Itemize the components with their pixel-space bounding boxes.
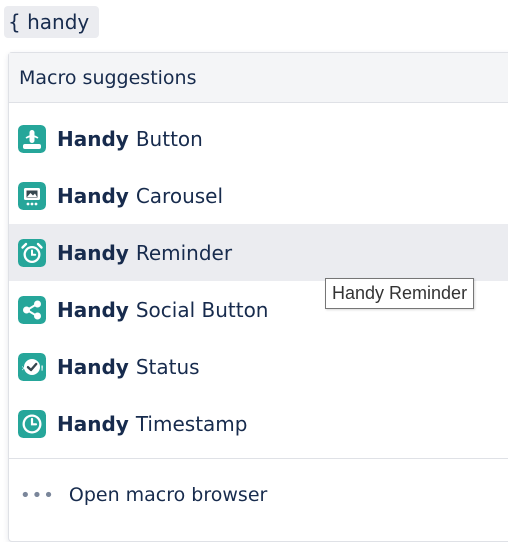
- suggestion-label: Carousel: [135, 183, 224, 208]
- clock-icon: [18, 409, 46, 438]
- suggestion-bold: Handy: [57, 297, 129, 322]
- status-check-icon: × !: [18, 352, 46, 381]
- tooltip: Handy Reminder: [325, 278, 475, 309]
- suggestion-label: Reminder: [135, 240, 233, 265]
- ellipsis-icon: •••: [20, 484, 55, 506]
- dropdown-header: Macro suggestions: [9, 53, 508, 103]
- alarm-clock-icon: [18, 238, 46, 267]
- suggestion-label: Status: [135, 354, 200, 379]
- share-icon: [18, 295, 46, 324]
- carousel-icon: [18, 181, 46, 210]
- divider: [9, 458, 508, 459]
- suggestion-handy-reminder[interactable]: Handy Reminder: [9, 224, 508, 281]
- macro-query-text[interactable]: { handy: [4, 6, 100, 38]
- suggestion-bold: Handy: [57, 126, 129, 151]
- suggestion-bold: Handy: [57, 183, 129, 208]
- suggestion-label: Social Button: [135, 297, 269, 322]
- svg-text:!: !: [41, 364, 44, 372]
- suggestion-label: Timestamp: [135, 411, 248, 436]
- touch-button-icon: [18, 124, 46, 153]
- suggestion-handy-carousel[interactable]: Handy Carousel: [9, 167, 508, 224]
- suggestion-handy-button[interactable]: Handy Button: [9, 110, 508, 167]
- open-macro-browser-link[interactable]: ••• Open macro browser: [9, 469, 508, 521]
- suggestion-bold: Handy: [57, 411, 129, 436]
- open-macro-browser-label: Open macro browser: [68, 484, 268, 506]
- suggestion-label: Button: [135, 126, 203, 151]
- suggestion-bold: Handy: [57, 240, 129, 265]
- suggestion-bold: Handy: [57, 354, 129, 379]
- svg-text:×: ×: [21, 364, 27, 372]
- suggestion-handy-timestamp[interactable]: Handy Timestamp: [9, 395, 508, 452]
- suggestion-handy-status[interactable]: × ! Handy Status: [9, 338, 508, 395]
